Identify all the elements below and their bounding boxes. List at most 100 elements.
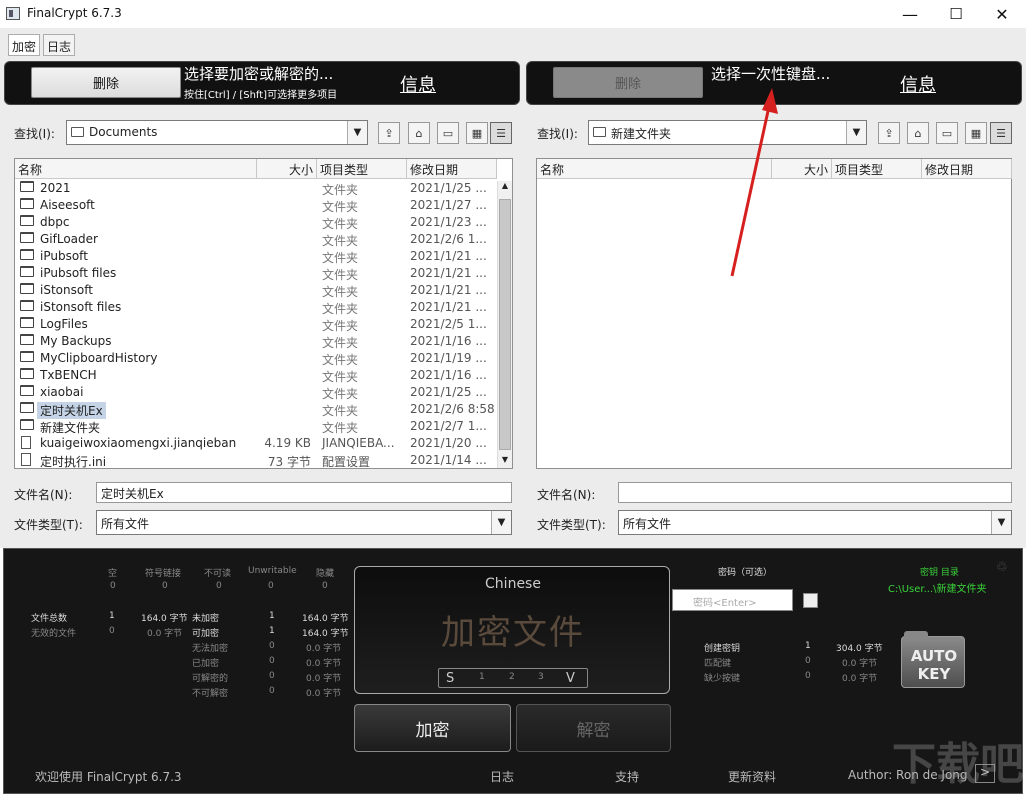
total-files-count: 1 xyxy=(109,611,115,621)
home-icon[interactable]: ⌂ xyxy=(408,122,430,144)
chevron-down-icon[interactable]: ▼ xyxy=(991,511,1011,534)
encrypt-button[interactable]: 加密 xyxy=(354,704,511,752)
password-input[interactable]: 密码<Enter> xyxy=(672,589,793,611)
file-type: 文件夹 xyxy=(322,419,358,436)
file-icon xyxy=(21,436,31,449)
left-lookin-combo[interactable]: Documents ▼ xyxy=(66,120,368,145)
folder-row[interactable]: 新建文件夹文件夹2021/2/7 1... xyxy=(15,418,497,435)
folder-row[interactable]: iStonsoft文件夹2021/1/21 ... xyxy=(15,282,497,299)
password-title: 密码（可选） xyxy=(718,565,772,578)
list-view-icon[interactable]: ▦ xyxy=(965,122,987,144)
folder-icon xyxy=(20,317,34,328)
chevron-down-icon[interactable]: ▼ xyxy=(846,121,866,144)
close-button[interactable]: ✕ xyxy=(979,0,1025,28)
file-date: 2021/1/16 ... xyxy=(410,368,487,382)
folder-row[interactable]: LogFiles文件夹2021/2/5 1... xyxy=(15,316,497,333)
stat-hidden-value: 0 xyxy=(322,581,328,591)
right-filetype-combo[interactable]: 所有文件 ▼ xyxy=(618,510,1012,535)
slider-3: 3 xyxy=(538,672,544,682)
tab-log[interactable]: 日志 xyxy=(43,34,75,56)
left-filetype-combo[interactable]: 所有文件 ▼ xyxy=(96,510,512,535)
new-folder-icon[interactable]: ▭ xyxy=(437,122,459,144)
folder-row[interactable]: iStonsoft files文件夹2021/1/21 ... xyxy=(15,299,497,316)
recycle-icon[interactable]: ♲ xyxy=(996,560,1012,574)
log-link[interactable]: 日志 xyxy=(490,768,514,785)
file-date: 2021/1/14 ... xyxy=(410,453,487,467)
window-title: FinalCrypt 6.7.3 xyxy=(27,6,122,20)
auto-key-line1: AUTO xyxy=(902,647,966,665)
folder-row[interactable]: iPubsoft files文件夹2021/1/21 ... xyxy=(15,265,497,282)
left-filetype-value: 所有文件 xyxy=(101,515,149,532)
file-row[interactable]: kuaigeiwoxiaomengxi.jianqieban4.19 KBJIA… xyxy=(15,435,497,452)
key-stat-label: 缺少按键 xyxy=(704,671,740,684)
folder-row[interactable]: 定时关机Ex文件夹2021/2/6 8:58 xyxy=(15,401,497,418)
enc-stat-size: 164.0 字节 xyxy=(302,611,349,624)
up-folder-icon[interactable]: ⇪ xyxy=(378,122,400,144)
scrollbar-thumb[interactable] xyxy=(499,199,511,450)
list-view-icon[interactable]: ▦ xyxy=(466,122,488,144)
welcome-text: 欢迎使用 FinalCrypt 6.7.3 xyxy=(35,768,182,785)
home-icon[interactable]: ⌂ xyxy=(907,122,929,144)
folder-row[interactable]: xiaobai文件夹2021/1/25 ... xyxy=(15,384,497,401)
folder-icon xyxy=(20,402,34,413)
file-row[interactable]: 定时执行.ini73 字节配置设置2021/1/14 ... xyxy=(15,452,497,469)
key-stat-size: 0.0 字节 xyxy=(842,671,877,684)
folder-row[interactable]: Aiseesoft文件夹2021/1/27 ... xyxy=(15,197,497,214)
folder-icon xyxy=(20,334,34,345)
support-link[interactable]: 支持 xyxy=(615,768,639,785)
right-filename-input[interactable] xyxy=(618,482,1012,503)
details-view-icon[interactable]: ☰ xyxy=(490,122,512,144)
details-view-icon[interactable]: ☰ xyxy=(990,122,1012,144)
auto-key-button[interactable]: AUTO KEY xyxy=(901,636,965,688)
left-scrollbar[interactable]: ▲ ▼ xyxy=(497,181,512,468)
scroll-down-icon[interactable]: ▼ xyxy=(499,455,511,469)
delete-button[interactable]: 删除 xyxy=(31,67,181,98)
slider-s: S xyxy=(446,671,454,686)
menu-bar xyxy=(0,28,1026,58)
scroll-up-icon[interactable]: ▲ xyxy=(499,181,511,195)
folder-row[interactable]: iPubsoft文件夹2021/1/21 ... xyxy=(15,248,497,265)
column-date[interactable]: 修改日期 xyxy=(407,159,497,179)
up-folder-icon[interactable]: ⇪ xyxy=(878,122,900,144)
enc-stat-count: 0 xyxy=(269,656,275,666)
right-info-link[interactable]: 信息 xyxy=(900,71,936,97)
arrow-head xyxy=(762,88,778,114)
mode-slider[interactable]: S 1 2 3 V xyxy=(438,668,588,688)
folder-row[interactable]: MyClipboardHistory文件夹2021/1/19 ... xyxy=(15,350,497,367)
enc-stat-label: 已加密 xyxy=(192,656,219,669)
delete-key-button[interactable]: 删除 xyxy=(553,67,703,98)
folder-row[interactable]: TxBENCH文件夹2021/1/16 ... xyxy=(15,367,497,384)
decrypt-button[interactable]: 解密 xyxy=(516,704,671,752)
file-date: 2021/1/25 ... xyxy=(410,181,487,195)
folder-row[interactable]: My Backups文件夹2021/1/16 ... xyxy=(15,333,497,350)
folder-icon xyxy=(20,368,34,379)
column-size[interactable]: 大小 xyxy=(257,159,317,179)
column-type[interactable]: 项目类型 xyxy=(317,159,407,179)
file-name: My Backups xyxy=(40,334,112,348)
left-info-link[interactable]: 信息 xyxy=(400,71,436,97)
column-name[interactable]: 名称 xyxy=(15,159,257,179)
column-type[interactable]: 项目类型 xyxy=(832,159,922,179)
chevron-down-icon[interactable]: ▼ xyxy=(491,511,511,534)
folder-row[interactable]: 2021文件夹2021/1/25 ... xyxy=(15,180,497,197)
tab-encrypt[interactable]: 加密 xyxy=(8,34,40,56)
invalid-files-label: 无效的文件 xyxy=(31,626,76,639)
update-link[interactable]: 更新资料 xyxy=(728,768,776,785)
chevron-down-icon[interactable]: ▼ xyxy=(347,121,367,144)
column-date[interactable]: 修改日期 xyxy=(922,159,1012,179)
file-date: 2021/1/21 ... xyxy=(410,266,487,280)
language-label: Chinese xyxy=(355,576,671,592)
show-password-checkbox[interactable] xyxy=(803,593,818,608)
key-dir-path[interactable]: C:\User...\新建文件夹 xyxy=(888,580,987,595)
folder-row[interactable]: GifLoader文件夹2021/2/6 1... xyxy=(15,231,497,248)
minimize-button[interactable]: — xyxy=(887,0,933,28)
maximize-button[interactable]: ☐ xyxy=(933,0,979,28)
file-date: 2021/1/25 ... xyxy=(410,385,487,399)
left-filename-input[interactable]: 定时关机Ex xyxy=(96,482,512,503)
auto-key-line2: KEY xyxy=(902,665,966,683)
left-file-list[interactable]: 名称 大小 项目类型 修改日期 2021文件夹2021/1/25 ...Aise… xyxy=(14,158,513,469)
file-name: TxBENCH xyxy=(40,368,97,382)
folder-row[interactable]: dbpc文件夹2021/1/23 ... xyxy=(15,214,497,231)
new-folder-icon[interactable]: ▭ xyxy=(936,122,958,144)
stat-empty-label: 空 xyxy=(108,566,117,579)
